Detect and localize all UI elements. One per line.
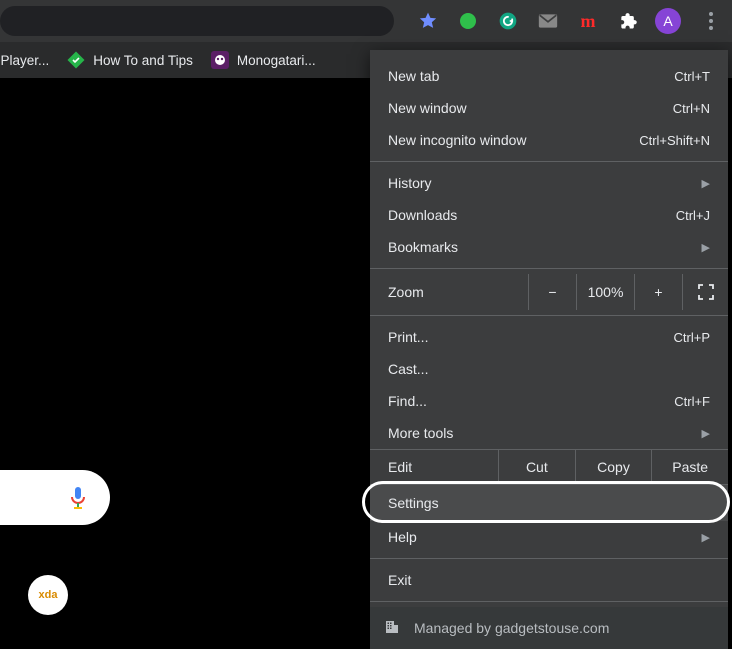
menu-label: Bookmarks xyxy=(388,239,702,255)
menu-accelerator: Ctrl+T xyxy=(674,69,710,84)
menu-accelerator: Ctrl+J xyxy=(676,208,710,223)
green-dot-extension-icon[interactable] xyxy=(454,7,482,35)
menu-separator xyxy=(370,558,728,559)
microphone-icon[interactable] xyxy=(68,485,88,511)
chevron-right-icon: ▶ xyxy=(702,177,710,190)
zoom-value: 100% xyxy=(576,274,634,310)
chevron-right-icon: ▶ xyxy=(702,531,710,544)
monogatari-favicon-icon xyxy=(211,51,229,69)
bookmark-label: Monogatari... xyxy=(237,53,316,68)
bookmark-item-monogatari[interactable]: Monogatari... xyxy=(211,51,316,69)
edit-cut-button[interactable]: Cut xyxy=(498,450,575,484)
menu-label: More tools xyxy=(388,425,702,441)
mail-extension-icon[interactable] xyxy=(534,7,562,35)
menu-incognito[interactable]: New incognito window Ctrl+Shift+N xyxy=(370,124,728,156)
menu-label: Downloads xyxy=(388,207,676,223)
menu-separator xyxy=(370,268,728,269)
bookmark-label: How To and Tips xyxy=(93,53,193,68)
menu-help[interactable]: Help ▶ xyxy=(370,521,728,553)
menu-label: Exit xyxy=(388,572,710,588)
menu-new-window[interactable]: New window Ctrl+N xyxy=(370,92,728,124)
menu-label: Help xyxy=(388,529,702,545)
menu-label: Find... xyxy=(388,393,674,409)
menu-label: Print... xyxy=(388,329,674,345)
chrome-main-menu: New tab Ctrl+T New window Ctrl+N New inc… xyxy=(370,50,728,649)
green-diamond-favicon-icon xyxy=(67,51,85,69)
browser-toolbar: m A xyxy=(0,0,732,42)
menu-label: Cast... xyxy=(388,361,710,377)
menu-accelerator: Ctrl+N xyxy=(673,101,710,116)
menu-edit-row: Edit Cut Copy Paste xyxy=(370,449,728,485)
omnibox[interactable] xyxy=(0,6,394,36)
red-m-extension-icon[interactable]: m xyxy=(574,7,602,35)
profile-avatar[interactable]: A xyxy=(654,7,682,35)
menu-label: New incognito window xyxy=(388,132,639,148)
bookmark-label: -Player... xyxy=(0,53,49,68)
bookmark-item-howto[interactable]: How To and Tips xyxy=(67,51,193,69)
menu-label: New window xyxy=(388,100,673,116)
chevron-right-icon: ▶ xyxy=(702,241,710,254)
kebab-menu-icon[interactable] xyxy=(694,7,728,35)
menu-label: New tab xyxy=(388,68,674,84)
edit-copy-button[interactable]: Copy xyxy=(575,450,652,484)
menu-find[interactable]: Find... Ctrl+F xyxy=(370,385,728,417)
google-search-bar[interactable] xyxy=(0,470,110,525)
zoom-in-button[interactable]: + xyxy=(634,274,682,310)
menu-label: Zoom xyxy=(388,284,528,300)
grammarly-extension-icon[interactable] xyxy=(494,7,522,35)
menu-downloads[interactable]: Downloads Ctrl+J xyxy=(370,199,728,231)
menu-more-tools[interactable]: More tools ▶ xyxy=(370,417,728,449)
menu-accelerator: Ctrl+P xyxy=(674,330,710,345)
menu-bookmarks[interactable]: Bookmarks ▶ xyxy=(370,231,728,263)
menu-cast[interactable]: Cast... xyxy=(370,353,728,385)
menu-print[interactable]: Print... Ctrl+P xyxy=(370,321,728,353)
menu-settings[interactable]: Settings xyxy=(370,485,728,521)
building-icon xyxy=(384,619,402,637)
bookmark-item-player[interactable]: -Player... xyxy=(0,53,49,68)
menu-label: Settings xyxy=(388,495,710,511)
menu-managed-by[interactable]: Managed by gadgetstouse.com xyxy=(370,607,728,649)
managed-label: Managed by gadgetstouse.com xyxy=(414,620,609,636)
menu-separator xyxy=(370,601,728,602)
menu-exit[interactable]: Exit xyxy=(370,564,728,596)
zoom-out-button[interactable]: − xyxy=(528,274,576,310)
chevron-right-icon: ▶ xyxy=(702,427,710,440)
menu-zoom-row: Zoom − 100% + xyxy=(370,274,728,310)
xda-shortcut[interactable]: xda xyxy=(28,575,68,615)
menu-separator xyxy=(370,161,728,162)
extensions-puzzle-icon[interactable] xyxy=(614,7,642,35)
menu-history[interactable]: History ▶ xyxy=(370,167,728,199)
menu-accelerator: Ctrl+F xyxy=(674,394,710,409)
bookmark-star-icon[interactable] xyxy=(414,7,442,35)
menu-accelerator: Ctrl+Shift+N xyxy=(639,133,710,148)
menu-label: History xyxy=(388,175,702,191)
edit-paste-button[interactable]: Paste xyxy=(651,450,728,484)
menu-new-tab[interactable]: New tab Ctrl+T xyxy=(370,60,728,92)
fullscreen-button[interactable] xyxy=(682,274,728,310)
menu-separator xyxy=(370,315,728,316)
menu-label: Edit xyxy=(370,459,498,475)
